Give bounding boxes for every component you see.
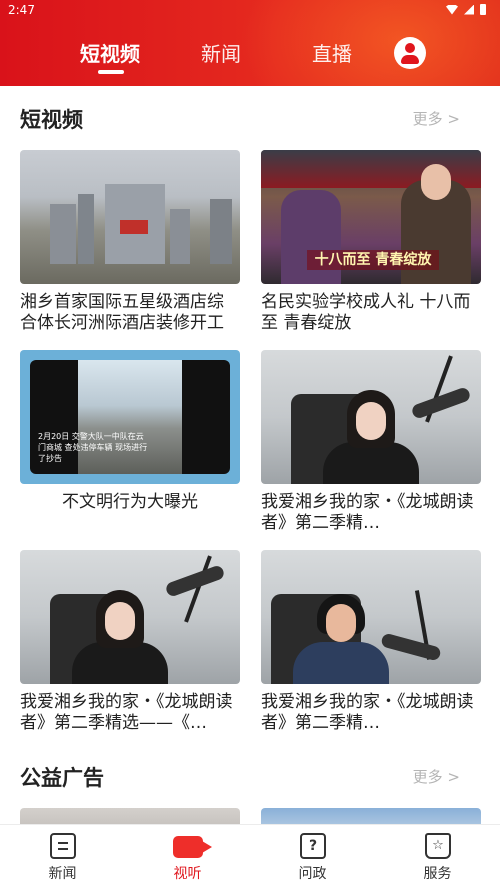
video-card-4[interactable]: 我爱湘乡我的家・《龙城朗读者》第二季精…	[261, 350, 481, 534]
user-icon-head	[405, 43, 415, 53]
nav-item-news[interactable]: 新闻	[0, 825, 125, 888]
user-icon-body	[401, 55, 419, 64]
signal-icon	[464, 4, 474, 15]
section-title-short-video: 短视频	[20, 108, 83, 132]
app-header: 2:47 短视频 新闻 直播	[0, 0, 500, 86]
status-icons	[446, 4, 486, 15]
video-caption: 不文明行为大曝光	[62, 492, 198, 512]
status-time: 2:47	[8, 3, 35, 17]
video-overlay-text: 十八而至 青春绽放	[307, 250, 439, 270]
video-thumbnail: 2月20日 交警大队一中队在云门商城 查处违停车辆 现场进行了抄告	[20, 350, 240, 484]
nav-label: 新闻	[48, 866, 77, 882]
nav-item-video[interactable]: 视听	[125, 825, 250, 888]
battery-icon	[480, 4, 486, 15]
user-profile-button[interactable]	[394, 37, 426, 69]
tab-live[interactable]: 直播	[312, 38, 352, 67]
video-card-3[interactable]: 2月20日 交警大队一中队在云门商城 查处违停车辆 现场进行了抄告 不文明行为大…	[20, 350, 240, 534]
section-title-public-ads: 公益广告	[20, 766, 104, 790]
video-card-1[interactable]: 湘乡首家国际五星级酒店综合体长河洲际酒店装修开工	[20, 150, 240, 334]
ad-thumbnail-1[interactable]	[20, 808, 240, 824]
nav-label: 问政	[298, 866, 327, 882]
tab-news[interactable]: 新闻	[201, 38, 241, 67]
video-thumbnail: 十八而至 青春绽放	[261, 150, 481, 284]
video-thumbnail	[20, 550, 240, 684]
video-card-6[interactable]: 我爱湘乡我的家・《龙城朗读者》第二季精…	[261, 550, 481, 734]
video-caption: 我爱湘乡我的家・《龙城朗读者》第二季精…	[261, 492, 474, 533]
video-thumbnail	[20, 150, 240, 284]
wifi-icon	[446, 4, 458, 15]
nav-item-service[interactable]: ☆ 服务	[375, 825, 500, 888]
video-card-5[interactable]: 我爱湘乡我的家・《龙城朗读者》第二季精选——《…	[20, 550, 240, 734]
nav-item-ask[interactable]: ? 问政	[250, 825, 375, 888]
video-caption: 名民实验学校成人礼 十八而至 青春绽放	[261, 292, 471, 333]
service-icon: ☆	[425, 833, 451, 859]
video-icon	[173, 836, 212, 858]
more-short-video-link[interactable]: 更多 >	[413, 108, 460, 129]
video-caption: 我爱湘乡我的家・《龙城朗读者》第二季精选——《…	[20, 692, 233, 733]
video-card-2[interactable]: 十八而至 青春绽放 名民实验学校成人礼 十八而至 青春绽放	[261, 150, 481, 334]
video-thumbnail	[261, 550, 481, 684]
video-caption: 我爱湘乡我的家・《龙城朗读者》第二季精…	[261, 692, 474, 733]
active-tab-indicator	[98, 70, 124, 74]
video-overlay-text: 2月20日 交警大队一中队在云门商城 查处违停车辆 现场进行了抄告	[38, 432, 148, 463]
ask-icon: ?	[300, 833, 326, 859]
status-bar: 2:47	[0, 0, 500, 22]
news-icon	[50, 833, 76, 859]
bottom-navigation: 新闻 视听 ? 问政 ☆ 服务	[0, 824, 500, 888]
video-caption: 湘乡首家国际五星级酒店综合体长河洲际酒店装修开工	[20, 292, 224, 333]
nav-label: 服务	[423, 866, 452, 882]
more-public-ads-link[interactable]: 更多 >	[413, 766, 460, 787]
nav-label: 视听	[173, 866, 202, 882]
video-thumbnail	[261, 350, 481, 484]
ad-thumbnail-2[interactable]	[261, 808, 481, 824]
tab-short-video[interactable]: 短视频	[80, 38, 140, 67]
